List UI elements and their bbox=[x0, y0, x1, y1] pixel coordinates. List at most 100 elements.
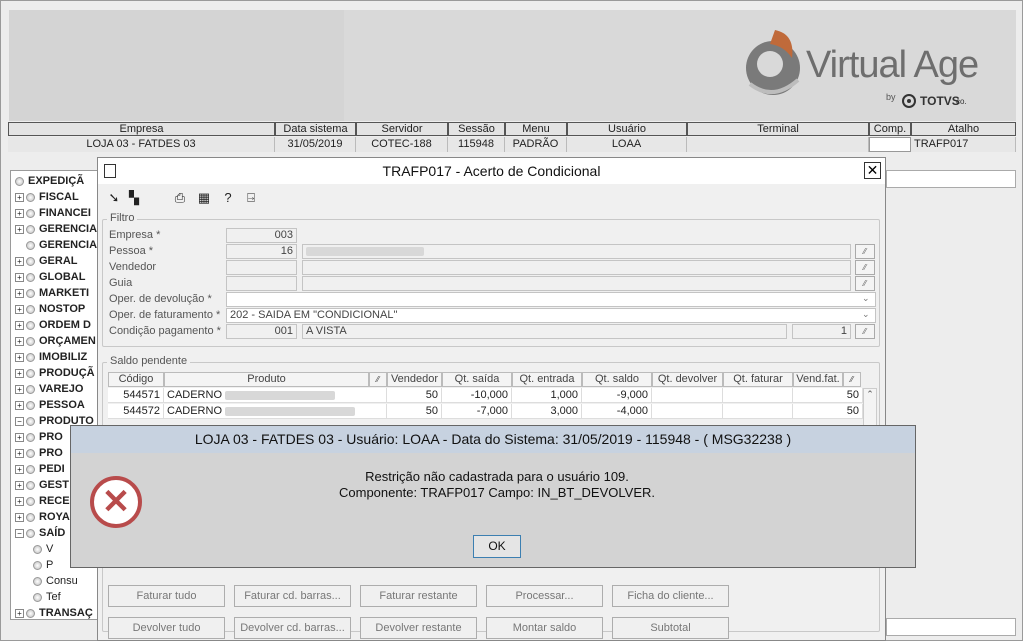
tree-item[interactable]: + PRO bbox=[15, 429, 63, 445]
tree-item[interactable]: + FINANCEI bbox=[15, 205, 91, 221]
exit-icon[interactable]: ⍈ bbox=[243, 190, 259, 206]
expand-icon[interactable]: + bbox=[15, 448, 24, 458]
tree-item[interactable]: + ROYA bbox=[15, 509, 70, 525]
tree-item[interactable]: + VAREJO bbox=[15, 381, 83, 397]
tree-item[interactable]: + GERENCIA bbox=[15, 221, 97, 237]
condicao-name-field[interactable]: A VISTA bbox=[302, 324, 787, 339]
tree-item[interactable]: EXPEDIÇÃ bbox=[15, 173, 84, 189]
cell-vendedor[interactable]: 50 bbox=[387, 404, 442, 419]
right-panel-field[interactable] bbox=[886, 170, 1016, 188]
expand-icon[interactable]: + bbox=[15, 288, 24, 298]
cell-qt-devolver[interactable] bbox=[652, 404, 723, 419]
devolver-restante-button[interactable]: Devolver restante bbox=[360, 617, 477, 639]
cell-produto[interactable]: CADERNO bbox=[164, 404, 387, 419]
col-codigo[interactable]: Código bbox=[108, 372, 164, 387]
pessoa-code-field[interactable]: 16 bbox=[226, 244, 297, 259]
cell-qt-saldo[interactable]: -9,000 bbox=[582, 388, 652, 403]
tree-item[interactable]: + GEST bbox=[15, 477, 69, 493]
expand-icon[interactable]: + bbox=[15, 400, 24, 410]
condicao-code-field[interactable]: 001 bbox=[226, 324, 297, 339]
col-qt-saldo[interactable]: Qt. saldo bbox=[582, 372, 652, 387]
grid-icon[interactable]: ▦ bbox=[196, 190, 212, 206]
cell-codigo[interactable]: 544571 bbox=[108, 388, 164, 403]
expand-icon[interactable]: − bbox=[15, 416, 24, 426]
col-qt-faturar[interactable]: Qt. faturar bbox=[723, 372, 793, 387]
collapse-icon[interactable]: − bbox=[15, 528, 24, 538]
expand-icon[interactable]: + bbox=[15, 464, 24, 474]
cell-qt-saida[interactable]: -10,000 bbox=[442, 388, 512, 403]
execute-icon[interactable]: ➘ bbox=[106, 190, 122, 206]
col-vendedor[interactable]: Vendedor bbox=[387, 372, 442, 387]
cell-vend-fat[interactable]: 50 bbox=[793, 388, 863, 403]
tree-item[interactable]: GERENCIA bbox=[15, 237, 97, 253]
montar-saldo-button[interactable]: Montar saldo bbox=[486, 617, 603, 639]
header-atalho-value[interactable]: TRAFP017 bbox=[911, 137, 1016, 152]
col-produto-filter-icon[interactable]: ⁄⁄ bbox=[369, 372, 387, 387]
pessoa-name-field[interactable] bbox=[302, 244, 851, 259]
tree-item[interactable]: + PESSOA bbox=[15, 397, 85, 413]
cell-qt-entrada[interactable]: 3,000 bbox=[512, 404, 582, 419]
tree-item[interactable]: + ORDEM D bbox=[15, 317, 91, 333]
col-vend-fat[interactable]: Vend.fat. bbox=[793, 372, 843, 387]
expand-icon[interactable]: + bbox=[15, 496, 24, 506]
condicao-lookup-icon[interactable]: ⁄⁄ bbox=[855, 324, 875, 339]
col-qt-entrada[interactable]: Qt. entrada bbox=[512, 372, 582, 387]
guia-lookup-icon[interactable]: ⁄⁄ bbox=[855, 276, 875, 291]
expand-icon[interactable]: + bbox=[15, 272, 24, 282]
col-qt-devolver[interactable]: Qt. devolver bbox=[652, 372, 723, 387]
tree-item[interactable]: + PEDI bbox=[15, 461, 65, 477]
ficha-cliente-button[interactable]: Ficha do cliente... bbox=[612, 585, 729, 607]
expand-icon[interactable]: + bbox=[15, 512, 24, 522]
expand-icon[interactable]: + bbox=[15, 352, 24, 362]
expand-icon[interactable]: + bbox=[15, 368, 24, 378]
cell-produto[interactable]: CADERNO bbox=[164, 388, 387, 403]
pessoa-lookup-icon[interactable]: ⁄⁄ bbox=[855, 244, 875, 259]
expand-icon[interactable]: + bbox=[15, 480, 24, 490]
clear-icon[interactable]: ▚ bbox=[126, 190, 142, 206]
tree-item[interactable]: + PRODUÇÃ bbox=[15, 365, 95, 381]
tree-item[interactable]: + GERAL bbox=[15, 253, 78, 269]
expand-icon[interactable]: + bbox=[15, 304, 24, 314]
condicao-num-field[interactable]: 1 bbox=[792, 324, 851, 339]
header-comp-value[interactable] bbox=[869, 137, 911, 152]
print-icon[interactable]: ⎙ bbox=[172, 190, 188, 206]
expand-icon[interactable]: + bbox=[15, 192, 24, 202]
col-qt-saida[interactable]: Qt. saída bbox=[442, 372, 512, 387]
tree-subitem[interactable]: V bbox=[33, 541, 53, 557]
cell-vend-fat[interactable]: 50 bbox=[793, 404, 863, 419]
expand-icon[interactable]: + bbox=[15, 224, 24, 234]
tree-item[interactable]: + PRO bbox=[15, 445, 63, 461]
tree-item[interactable]: + RECE bbox=[15, 493, 70, 509]
tree-item[interactable]: + GLOBAL bbox=[15, 269, 85, 285]
expand-icon[interactable]: + bbox=[15, 432, 24, 442]
tree-item[interactable]: + MARKETI bbox=[15, 285, 89, 301]
cell-qt-faturar[interactable] bbox=[723, 404, 793, 419]
help-icon[interactable]: ? bbox=[220, 190, 236, 206]
guia-code-field[interactable] bbox=[226, 276, 297, 291]
subtotal-button[interactable]: Subtotal bbox=[612, 617, 729, 639]
tree-item[interactable]: + IMOBILIZ bbox=[15, 349, 87, 365]
faturar-cd-barras-button[interactable]: Faturar cd. barras... bbox=[234, 585, 351, 607]
oper-devolucao-select[interactable] bbox=[226, 292, 876, 307]
cell-vendedor[interactable]: 50 bbox=[387, 388, 442, 403]
guia-name-field[interactable] bbox=[302, 276, 851, 291]
cell-qt-entrada[interactable]: 1,000 bbox=[512, 388, 582, 403]
cell-qt-devolver[interactable] bbox=[652, 388, 723, 403]
cell-qt-saldo[interactable]: -4,000 bbox=[582, 404, 652, 419]
ok-button[interactable]: OK bbox=[473, 535, 521, 558]
faturar-restante-button[interactable]: Faturar restante bbox=[360, 585, 477, 607]
right-bottom-field[interactable] bbox=[886, 618, 1016, 636]
expand-icon[interactable]: + bbox=[15, 608, 24, 618]
tree-item[interactable]: + FISCAL bbox=[15, 189, 79, 205]
tree-item[interactable]: − SAÍD bbox=[15, 525, 65, 541]
tree-item[interactable]: + NOSTOP bbox=[15, 301, 85, 317]
chevron-down-icon[interactable]: ⌄ bbox=[862, 293, 870, 304]
cell-qt-faturar[interactable] bbox=[723, 388, 793, 403]
vendedor-lookup-icon[interactable]: ⁄⁄ bbox=[855, 260, 875, 275]
table-scrollbar[interactable]: ⌃ bbox=[863, 388, 877, 428]
col-produto[interactable]: Produto bbox=[164, 372, 369, 387]
tree-item[interactable]: + ORÇAMEN bbox=[15, 333, 96, 349]
tree-subitem[interactable]: P bbox=[33, 557, 53, 573]
expand-icon[interactable]: + bbox=[15, 384, 24, 394]
tree-item[interactable]: + TRANSAÇ bbox=[15, 605, 93, 619]
